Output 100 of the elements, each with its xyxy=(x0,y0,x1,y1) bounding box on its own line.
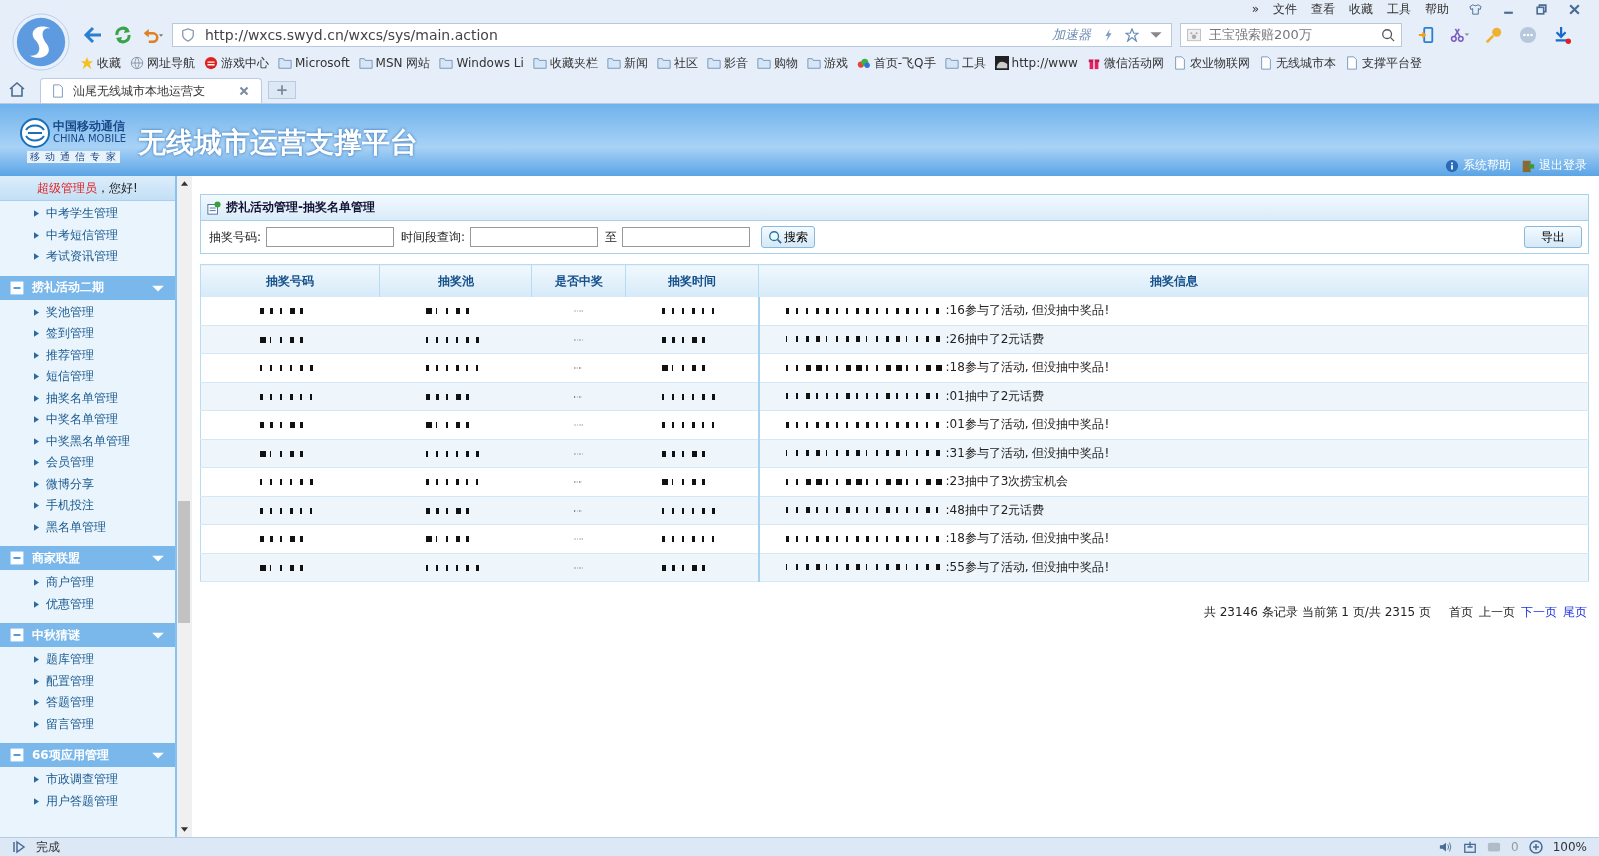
star-icon[interactable] xyxy=(1125,27,1139,42)
bookmark[interactable]: 游戏中心 xyxy=(204,54,269,72)
sidebar-item[interactable]: 中考短信管理 xyxy=(0,224,175,246)
collapse-icon[interactable] xyxy=(10,280,24,295)
shirt-icon[interactable] xyxy=(1469,2,1482,16)
collapse-icon[interactable] xyxy=(10,628,24,642)
page-icon xyxy=(1258,56,1273,70)
folder-icon xyxy=(278,56,292,70)
bookmark[interactable]: 网址导航 xyxy=(130,54,195,72)
speaker-icon[interactable] xyxy=(1439,840,1454,854)
bookmark[interactable]: Microsoft xyxy=(278,56,350,70)
folder-icon xyxy=(656,56,671,70)
input-field[interactable] xyxy=(266,227,395,247)
sidebar-item[interactable]: 中考学生管理 xyxy=(0,203,175,225)
column-header: 抽奖号码 xyxy=(200,264,380,297)
browser-logo-icon[interactable] xyxy=(12,13,70,71)
table-cell: :31参与了活动, 但没抽中奖品! xyxy=(945,445,1110,460)
table-cell: :26抽中了2元话费 xyxy=(945,331,1045,346)
globe-icon xyxy=(130,56,144,70)
bookmark[interactable]: Windows Li xyxy=(439,56,524,70)
page-link[interactable]: 下一页 xyxy=(1521,604,1557,621)
browser-tab[interactable]: 汕尾无线城市本地运营支 xyxy=(40,78,262,103)
sidebar-item[interactable]: 答题管理 xyxy=(0,692,175,714)
back-icon[interactable] xyxy=(82,24,104,45)
scroll-down-icon[interactable] xyxy=(180,827,189,833)
sidebar-item[interactable]: 优惠管理 xyxy=(0,593,175,615)
bookmark[interactable]: 影音 xyxy=(706,54,748,72)
close-icon[interactable] xyxy=(237,84,251,98)
bookmark[interactable]: 工具 xyxy=(944,54,986,72)
input-field[interactable] xyxy=(622,227,751,247)
page-link[interactable]: 首页 xyxy=(1449,604,1473,621)
network-icon[interactable] xyxy=(1463,840,1478,854)
key-icon[interactable] xyxy=(1484,25,1504,44)
bookmark[interactable]: 社区 xyxy=(656,54,698,72)
sidebar-item[interactable]: 推荐管理 xyxy=(0,344,175,366)
bookmark[interactable]: MSN 网站 xyxy=(358,54,431,72)
bookmark[interactable]: 无线城市本 xyxy=(1258,54,1336,72)
new-tab-button[interactable] xyxy=(268,81,296,99)
menu-item[interactable]: 文件 xyxy=(1273,0,1297,18)
zoom-icon[interactable] xyxy=(1528,840,1543,854)
close-icon[interactable] xyxy=(1568,2,1581,16)
bookmark[interactable]: http://www xyxy=(994,56,1078,70)
bookmark[interactable]: 购物 xyxy=(756,54,798,72)
sidebar-item[interactable]: 会员管理 xyxy=(0,452,175,474)
search-field[interactable]: 王宝强索赔200万 xyxy=(1180,22,1402,47)
zoom-level[interactable]: 100% xyxy=(1552,840,1587,854)
sidebar-item[interactable]: 用户答题管理 xyxy=(0,790,175,812)
menu-item[interactable]: » xyxy=(1251,2,1259,16)
caret-icon xyxy=(34,231,39,239)
page-link[interactable]: 尾页 xyxy=(1563,604,1587,621)
folder-icon xyxy=(532,56,547,70)
swirl-logo-icon xyxy=(20,117,50,148)
scroll-up-icon[interactable] xyxy=(180,180,189,186)
input-field[interactable] xyxy=(470,227,599,247)
bookmark[interactable]: 收藏夹栏 xyxy=(532,54,598,72)
restore-icon[interactable] xyxy=(1535,2,1548,16)
sidebar-toggle-icon[interactable] xyxy=(12,840,26,854)
sidebar-item[interactable]: 签到管理 xyxy=(0,323,175,345)
address-bar[interactable]: http://wxcs.swyd.cn/wxcs/sys/main.action 加速器 xyxy=(172,22,1172,47)
export-button[interactable]: 导出 xyxy=(1524,226,1582,248)
sidebar-item[interactable]: 奖池管理 xyxy=(0,301,175,323)
sidebar-item[interactable]: 短信管理 xyxy=(0,366,175,388)
sidebar-item[interactable]: 中奖黑名单管理 xyxy=(0,430,175,452)
search-icon[interactable] xyxy=(1381,27,1395,42)
sidebar-item[interactable]: 配置管理 xyxy=(0,670,175,692)
scrollbar[interactable] xyxy=(177,176,192,837)
sidebar-item[interactable]: 题库管理 xyxy=(0,649,175,671)
bookmark[interactable]: 新闻 xyxy=(606,54,648,72)
menu-item[interactable]: 收藏 xyxy=(1349,0,1373,18)
sidebar-item[interactable]: 黑名单管理 xyxy=(0,516,175,538)
page-link[interactable]: 上一页 xyxy=(1479,604,1515,621)
collapse-icon[interactable] xyxy=(10,748,24,762)
bookmark[interactable]: 微信活动网 xyxy=(1086,54,1164,72)
sidebar-item[interactable]: 微博分享 xyxy=(0,473,175,495)
sidebar-item[interactable]: 中奖名单管理 xyxy=(0,409,175,431)
sidebar-item[interactable]: 市政调查管理 xyxy=(0,769,175,791)
bookmark[interactable]: 首页-飞Q手 xyxy=(856,54,936,72)
sidebar-item[interactable]: 商户管理 xyxy=(0,572,175,594)
bookmark[interactable]: 支撑平台登 xyxy=(1344,54,1422,72)
table-cell: :16参与了活动, 但没抽中奖品! xyxy=(945,303,1110,318)
bookmark[interactable]: 农业物联网 xyxy=(1172,54,1250,72)
home-icon[interactable] xyxy=(8,81,26,97)
sidebar-item[interactable]: 留言管理 xyxy=(0,713,175,735)
more-icon[interactable] xyxy=(1518,25,1538,44)
menu-item[interactable]: 工具 xyxy=(1387,0,1411,18)
menu-item[interactable]: 帮助 xyxy=(1425,0,1449,18)
form-check-icon xyxy=(207,200,221,215)
menu-item[interactable]: 查看 xyxy=(1311,0,1335,18)
sidebar-item[interactable]: 手机投注 xyxy=(0,495,175,517)
table-cell: :18参与了活动, 但没抽中奖品! xyxy=(945,360,1110,375)
bookmark[interactable]: 收藏 xyxy=(80,54,121,72)
scrollbar-thumb[interactable] xyxy=(178,501,190,623)
collapse-icon[interactable] xyxy=(10,551,24,565)
search-button[interactable]: 搜索 xyxy=(761,226,816,248)
accelerator-label[interactable]: 加速器 xyxy=(1052,25,1091,44)
phone-icon[interactable] xyxy=(1416,25,1436,44)
sidebar-item[interactable]: 考试资讯管理 xyxy=(0,246,175,268)
folder-icon xyxy=(756,56,771,70)
sidebar-item[interactable]: 抽奖名单管理 xyxy=(0,387,175,409)
bookmark[interactable]: 游戏 xyxy=(806,54,848,72)
